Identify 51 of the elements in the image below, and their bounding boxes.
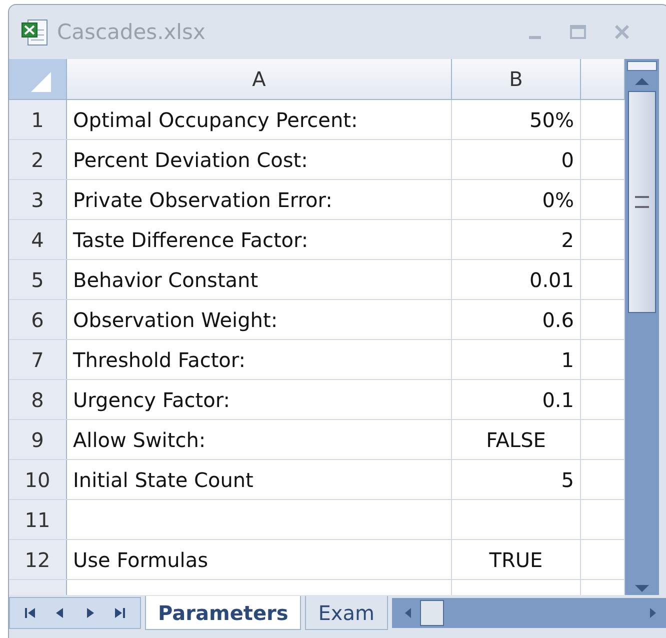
table-cell: Allow Switch:: [67, 420, 452, 459]
column-header[interactable]: B: [452, 59, 581, 99]
row-header[interactable]: 10: [9, 460, 67, 499]
row-header[interactable]: 2: [9, 140, 67, 179]
table-cell: 0.1: [452, 380, 581, 419]
close-icon[interactable]: [613, 24, 631, 40]
table-cell: Private Observation Error:: [67, 180, 452, 219]
table-cell: Threshold Factor:: [67, 340, 452, 379]
table-cell: Optimal Occupancy Percent:: [67, 100, 452, 139]
row-header[interactable]: 9: [9, 420, 67, 459]
row-header[interactable]: 3: [9, 180, 67, 219]
table-cell: 0.6: [452, 300, 581, 339]
row-header[interactable]: 6: [9, 300, 67, 339]
scroll-thumb[interactable]: [628, 91, 656, 313]
table-cell: 2: [452, 220, 581, 259]
row-header[interactable]: 5: [9, 260, 67, 299]
table-cell: 0%: [452, 180, 581, 219]
table-cell: 0: [452, 140, 581, 179]
table-cell: Use Formulas: [67, 540, 452, 579]
column-header[interactable]: A: [67, 59, 452, 99]
table-cell: 50%: [452, 100, 581, 139]
row-header[interactable]: 1: [9, 100, 67, 139]
table-cell: Observation Weight:: [67, 300, 452, 339]
table-cell: Urgency Factor:: [67, 380, 452, 419]
table-cell: FALSE: [452, 420, 581, 459]
row-header[interactable]: 12: [9, 540, 67, 579]
table-cell: 0.01: [452, 260, 581, 299]
sheet-tab[interactable]: Parameters: [145, 596, 302, 630]
scroll-thumb[interactable]: [420, 600, 444, 626]
table-cell: TRUE: [452, 540, 581, 579]
row-header[interactable]: 7: [9, 340, 67, 379]
first-sheet-icon[interactable]: [22, 605, 38, 621]
table-cell: Initial State Count: [67, 460, 452, 499]
split-handle[interactable]: [627, 61, 657, 71]
select-all-button[interactable]: [9, 59, 67, 99]
triangle-icon: [30, 72, 50, 92]
last-sheet-icon[interactable]: [112, 605, 128, 621]
table-cell: Taste Difference Factor:: [67, 220, 452, 259]
table-cell: 5: [452, 460, 581, 499]
row-header[interactable]: 4: [9, 220, 67, 259]
maximize-icon[interactable]: [569, 24, 587, 40]
sheet-tab[interactable]: Exam: [305, 596, 388, 630]
window-title: Cascades.xlsx: [57, 20, 206, 44]
row-header[interactable]: 8: [9, 380, 67, 419]
table-cell: Behavior Constant: [67, 260, 452, 299]
row-header[interactable]: 11: [9, 500, 67, 539]
table-cell: 1: [452, 340, 581, 379]
table-cell: Percent Deviation Cost:: [67, 140, 452, 179]
spreadsheet-file-icon: [21, 17, 49, 47]
horizontal-scrollbar[interactable]: [392, 598, 666, 628]
vertical-scrollbar[interactable]: [625, 59, 659, 595]
